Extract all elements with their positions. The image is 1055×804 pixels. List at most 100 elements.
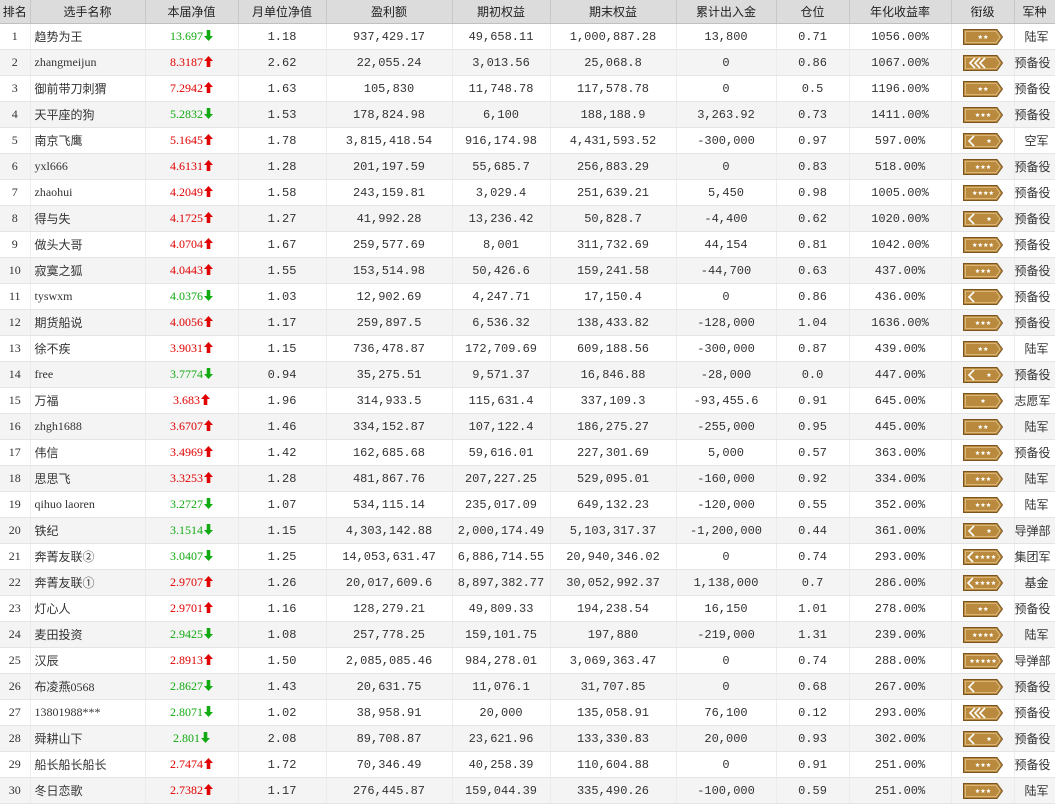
table-row[interactable]: 18 思思飞 3.3253 1.28 481,867.76 207,227.25 529,0… [0, 465, 1055, 492]
table-row[interactable]: 11 tyswxm 4.0376 1.03 12,902.69 4,247.71 17,15… [0, 283, 1055, 310]
player-name-cell[interactable]: free [30, 361, 146, 388]
table-row[interactable]: 1 趋势为王 13.697 1.18 937,429.17 49,658.11 1,000,… [0, 23, 1055, 50]
table-row[interactable]: 25 汉辰 2.8913 1.50 2,085,085.46 984,278.01 3,06… [0, 647, 1055, 674]
player-name-cell[interactable]: 思思飞 [30, 465, 146, 492]
table-row[interactable]: 7 zhaohui 4.2049 1.58 243,159.81 3,029.4 251,6… [0, 179, 1055, 206]
header-monthly-net[interactable]: 月单位净值 [238, 0, 327, 24]
table-row[interactable]: 30 冬日恋歌 2.7382 1.17 276,445.87 159,044.39 335,… [0, 777, 1055, 804]
player-name-cell[interactable]: 船长船长船长 [30, 751, 146, 778]
player-name-cell[interactable]: 铁纪 [30, 517, 146, 544]
player-name-cell[interactable]: 冬日恋歌 [30, 777, 146, 804]
player-name-cell[interactable]: zhgh1688 [30, 413, 146, 440]
player-name-cell[interactable]: 做头大哥 [30, 231, 146, 258]
annual-return-cell: 334.00% [849, 465, 952, 492]
monthly-net-cell: 1.96 [238, 387, 327, 414]
profit-cell: 3,815,418.54 [326, 127, 453, 154]
player-name-cell[interactable]: 布凌燕0568 [30, 673, 146, 700]
player-name-cell[interactable]: yxl666 [30, 153, 146, 180]
arrow-down-icon [203, 627, 213, 641]
player-name-cell[interactable]: 灯心人 [30, 595, 146, 622]
table-row[interactable]: 21 奔菁友联② 3.0407 1.25 14,053,631.47 6,886,714.… [0, 543, 1055, 570]
net-value-cell: 4.6131 [145, 153, 239, 180]
player-name-cell[interactable]: 麦田投资 [30, 621, 146, 648]
monthly-net-cell: 1.63 [238, 75, 327, 102]
player-name-cell[interactable]: 奔菁友联② [30, 543, 146, 570]
player-name-cell[interactable]: 期货船说 [30, 309, 146, 336]
annual-return-cell: 293.00% [849, 543, 952, 570]
arrow-up-icon [200, 393, 210, 407]
player-name-cell[interactable]: 南京飞鹰 [30, 127, 146, 154]
header-profit[interactable]: 盈利额 [326, 0, 453, 24]
monthly-net-cell: 1.43 [238, 673, 327, 700]
player-name-cell[interactable]: 徐不疾 [30, 335, 146, 362]
rank-cell: 23 [0, 595, 31, 622]
player-name-cell[interactable]: 寂寞之狐 [30, 257, 146, 284]
annual-return-cell: 1067.00% [849, 49, 952, 76]
player-name-cell[interactable]: 汉辰 [30, 647, 146, 674]
table-row[interactable]: 17 伟信 3.4969 1.42 162,685.68 59,616.01 227,301… [0, 439, 1055, 466]
player-name-cell[interactable]: zhangmeijun [30, 49, 146, 76]
net-value-cell: 4.2049 [145, 179, 239, 206]
table-row[interactable]: 5 南京飞鹰 5.1645 1.78 3,815,418.54 916,174.98 4,4… [0, 127, 1055, 154]
position-cell: 0.97 [776, 127, 850, 154]
player-name-cell[interactable]: qihuo laoren [30, 491, 146, 518]
player-name-cell[interactable]: 趋势为王 [30, 23, 146, 50]
player-name-cell[interactable]: 万福 [30, 387, 146, 414]
table-row[interactable]: 29 船长船长船长 2.7474 1.72 70,346.49 40,258.39 110,… [0, 751, 1055, 778]
table-row[interactable]: 6 yxl666 4.6131 1.28 201,197.59 55,685.7 256,8… [0, 153, 1055, 180]
table-row[interactable]: 27 13801988*** 2.8071 1.02 38,958.91 20,000 13… [0, 699, 1055, 726]
position-cell: 0.63 [776, 257, 850, 284]
monthly-net-cell: 1.15 [238, 517, 327, 544]
rank-cell: 25 [0, 647, 31, 674]
rank-cell: 15 [0, 387, 31, 414]
player-name-cell[interactable]: 伟信 [30, 439, 146, 466]
player-name-cell[interactable]: 13801988*** [30, 699, 146, 726]
player-name-cell[interactable]: 天平座的狗 [30, 101, 146, 128]
table-row[interactable]: 22 奔菁友联① 2.9707 1.26 20,017,609.6 8,897,382.7… [0, 569, 1055, 596]
table-row[interactable]: 20 铁纪 3.1514 1.15 4,303,142.88 2,000,174.49 5,… [0, 517, 1055, 544]
header-final-equity[interactable]: 期末权益 [550, 0, 677, 24]
arrow-down-icon [203, 523, 213, 537]
annual-return-cell: 1020.00% [849, 205, 952, 232]
header-rank-insignia[interactable]: 衔级 [951, 0, 1015, 24]
monthly-net-cell: 1.42 [238, 439, 327, 466]
rank-insignia-icon [962, 600, 1003, 617]
table-row[interactable]: 14 free 3.7774 0.94 35,275.51 9,571.37 16,846.… [0, 361, 1055, 388]
table-row[interactable]: 24 麦田投资 2.9425 1.08 257,778.25 159,101.75 197,… [0, 621, 1055, 648]
position-cell: 0.73 [776, 101, 850, 128]
player-name-cell[interactable]: tyswxm [30, 283, 146, 310]
profit-cell: 20,631.75 [326, 673, 453, 700]
player-name-cell[interactable]: 御前带刀刺猬 [30, 75, 146, 102]
player-name-cell[interactable]: 奔菁友联① [30, 569, 146, 596]
player-name-cell[interactable]: 舜耕山下 [30, 725, 146, 752]
table-row[interactable]: 13 徐不疾 3.9031 1.15 736,478.87 172,709.69 609,1… [0, 335, 1055, 362]
table-row[interactable]: 23 灯心人 2.9701 1.16 128,279.21 49,809.33 194,23… [0, 595, 1055, 622]
table-row[interactable]: 2 zhangmeijun 8.3187 2.62 22,055.24 3,013.56 2… [0, 49, 1055, 76]
branch-cell: 陆军 [1014, 465, 1055, 492]
player-name-cell[interactable]: zhaohui [30, 179, 146, 206]
cumulative-flow-cell: 1,138,000 [676, 569, 777, 596]
player-name-cell[interactable]: 得与失 [30, 205, 146, 232]
arrow-up-icon [203, 55, 213, 69]
table-row[interactable]: 3 御前带刀刺猬 7.2942 1.63 105,830 11,748.78 117,578… [0, 75, 1055, 102]
header-cumulative-flow[interactable]: 累计出入金 [676, 0, 777, 24]
table-row[interactable]: 15 万福 3.683 1.96 314,933.5 115,631.4 337,109.3… [0, 387, 1055, 414]
table-row[interactable]: 4 天平座的狗 5.2832 1.53 178,824.98 6,100 188,188.9… [0, 101, 1055, 128]
table-row[interactable]: 12 期货船说 4.0056 1.17 259,897.5 6,536.32 138,433… [0, 309, 1055, 336]
table-row[interactable]: 28 舜耕山下 2.801 2.08 89,708.87 23,621.96 133,330… [0, 725, 1055, 752]
table-row[interactable]: 16 zhgh1688 3.6707 1.46 334,152.87 107,122.4 1… [0, 413, 1055, 440]
table-row[interactable]: 10 寂寞之狐 4.0443 1.55 153,514.98 50,426.6 159,24… [0, 257, 1055, 284]
header-net-value[interactable]: 本届净值 [145, 0, 239, 24]
header-branch[interactable]: 军种 [1014, 0, 1055, 24]
header-initial-equity[interactable]: 期初权益 [452, 0, 551, 24]
initial-equity-cell: 11,748.78 [452, 75, 551, 102]
header-rank[interactable]: 排名 [0, 0, 31, 24]
table-row[interactable]: 9 做头大哥 4.0704 1.67 259,577.69 8,001 311,732.69… [0, 231, 1055, 258]
table-row[interactable]: 8 得与失 4.1725 1.27 41,992.28 13,236.42 50,828.7… [0, 205, 1055, 232]
header-position[interactable]: 仓位 [776, 0, 850, 24]
table-row[interactable]: 26 布凌燕0568 2.8627 1.43 20,631.75 11,076.1 31,7… [0, 673, 1055, 700]
table-row[interactable]: 19 qihuo laoren 3.2727 1.07 534,115.14 235,01… [0, 491, 1055, 518]
header-player-name[interactable]: 选手名称 [30, 0, 146, 24]
annual-return-cell: 1042.00% [849, 231, 952, 258]
header-annual-return[interactable]: 年化收益率 [849, 0, 952, 24]
